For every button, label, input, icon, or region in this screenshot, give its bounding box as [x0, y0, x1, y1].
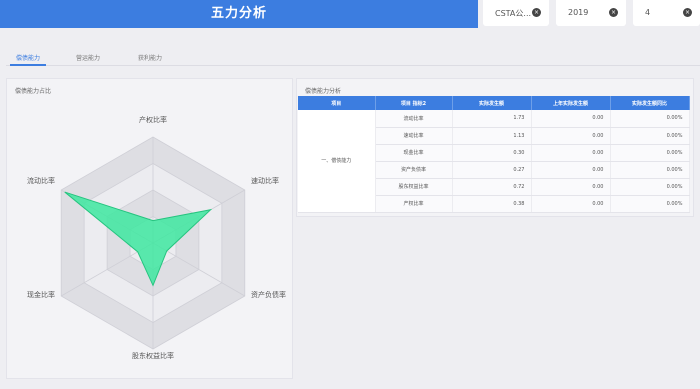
tab-bar: 偿债能力 营运能力 获利能力 — [6, 44, 700, 66]
active-tab-indicator — [10, 64, 46, 66]
yoy-cell: 0.00% — [610, 110, 690, 128]
tab-solvency[interactable]: 偿债能力 — [16, 53, 40, 62]
column-header-item-metric[interactable]: 项目 指标2 — [375, 96, 453, 110]
prev-year-cell: 0.00 — [531, 127, 611, 145]
radar-chart: 产权比率 速动比率 资产负债率 股东权益比率 现金比率 流动比率 — [27, 115, 286, 360]
metric-cell: 资产负债率 — [375, 161, 453, 179]
metric-cell: 速动比率 — [375, 127, 453, 145]
axis-label-equity-ratio: 产权比率 — [139, 115, 167, 124]
prev-year-cell: 0.00 — [531, 110, 611, 128]
axis-label-quick-ratio: 速动比率 — [251, 176, 279, 185]
yoy-cell: 0.00% — [610, 161, 690, 179]
metric-cell: 现金比率 — [375, 144, 453, 162]
yoy-cell: 0.00% — [610, 178, 690, 196]
actual-cell: 1.73 — [452, 110, 532, 128]
company-filter[interactable]: CSTA公... × — [483, 0, 549, 26]
metric-cell: 产权比率 — [375, 195, 453, 213]
period-filter[interactable]: 4 × — [633, 0, 700, 26]
tab-operations[interactable]: 营运能力 — [76, 53, 100, 62]
table-panel-title: 偿债能力分析 — [305, 88, 342, 95]
yoy-cell: 0.00% — [610, 127, 690, 145]
axis-label-cash-ratio: 现金比率 — [27, 290, 55, 299]
actual-cell: 0.30 — [452, 144, 532, 162]
yoy-cell: 0.00% — [610, 195, 690, 213]
year-filter[interactable]: 2019 × — [556, 0, 626, 26]
clear-icon[interactable]: × — [683, 8, 692, 17]
clear-icon[interactable]: × — [532, 8, 541, 17]
prev-year-cell: 0.00 — [531, 195, 611, 213]
yoy-cell: 0.00% — [610, 144, 690, 162]
axis-label-shareholder-equity-ratio: 股东权益比率 — [132, 351, 174, 360]
column-header-yoy[interactable]: 实际发生额同比 — [610, 96, 690, 110]
period-filter-value: 4 — [645, 8, 651, 17]
prev-year-cell: 0.00 — [531, 178, 611, 196]
column-header-item[interactable]: 项目 — [298, 96, 376, 110]
axis-label-debt-ratio: 资产负债率 — [251, 290, 286, 299]
solvency-table: 项目 项目 指标2 实际发生额 上年实际发生额 实际发生额同比 一、偿债能力 流… — [298, 96, 690, 213]
company-filter-value: CSTA公... — [495, 9, 532, 18]
table-header-row: 项目 项目 指标2 实际发生额 上年实际发生额 实际发生额同比 — [298, 96, 690, 110]
metric-cell: 股东权益比率 — [375, 178, 453, 196]
actual-cell: 0.38 — [452, 195, 532, 213]
column-header-actual[interactable]: 实际发生额 — [452, 96, 532, 110]
prev-year-cell: 0.00 — [531, 144, 611, 162]
prev-year-cell: 0.00 — [531, 161, 611, 179]
page-title: 五力分析 — [210, 6, 267, 21]
axis-label-current-ratio: 流动比率 — [27, 176, 55, 185]
metric-cell: 流动比率 — [375, 110, 453, 128]
analysis-table-panel: 偿债能力分析 项目 项目 指标2 实际发生额 上年实际发生额 实际发生额同比 一… — [296, 78, 694, 217]
radar-panel: 偿债能力占比 产权比率 速动比率 资产负债率 股东权益比率 现金比率 流动比率 — [6, 78, 293, 379]
table-row: 一、偿债能力 流动比率 1.73 0.00 0.00% — [298, 110, 690, 213]
actual-cell: 1.13 — [452, 127, 532, 145]
clear-icon[interactable]: × — [609, 8, 618, 17]
actual-cell: 0.27 — [452, 161, 532, 179]
category-cell: 一、偿债能力 — [298, 110, 376, 213]
year-filter-value: 2019 — [568, 8, 589, 17]
tab-profitability[interactable]: 获利能力 — [138, 53, 162, 62]
column-header-prev-year[interactable]: 上年实际发生额 — [531, 96, 611, 110]
actual-cell: 0.72 — [452, 178, 532, 196]
